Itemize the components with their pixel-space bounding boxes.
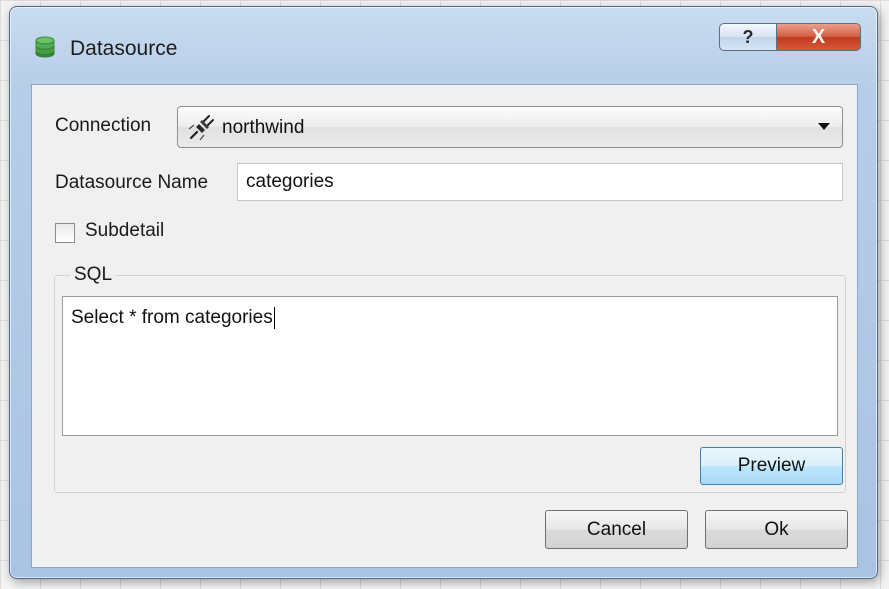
- text-caret: [273, 307, 275, 329]
- database-icon: [35, 36, 55, 58]
- datasource-name-input[interactable]: categories: [237, 163, 843, 201]
- help-icon: ?: [742, 26, 754, 47]
- sql-query-textarea[interactable]: Select * from categories: [62, 296, 838, 436]
- title-bar[interactable]: Datasource ? X: [10, 7, 877, 79]
- sql-group-title: SQL: [70, 264, 117, 286]
- close-button[interactable]: X: [777, 23, 861, 51]
- datasource-name-label: Datasource Name: [55, 172, 209, 193]
- subdetail-label: Subdetail: [85, 220, 165, 241]
- plug-icon: [188, 115, 214, 141]
- subdetail-checkbox[interactable]: [55, 223, 75, 243]
- help-button[interactable]: ?: [719, 23, 777, 51]
- close-icon: X: [811, 25, 826, 48]
- datasource-dialog: Datasource ? X Connection northwind Data…: [9, 6, 878, 579]
- chevron-down-icon[interactable]: [818, 123, 830, 130]
- connection-label: Connection: [55, 115, 152, 136]
- ok-button[interactable]: Ok: [705, 510, 848, 549]
- preview-button[interactable]: Preview: [700, 447, 843, 485]
- caption-buttons: ? X: [719, 23, 861, 51]
- connection-value: northwind: [222, 117, 305, 138]
- window-title: Datasource: [70, 37, 178, 60]
- cancel-button[interactable]: Cancel: [545, 510, 688, 549]
- dialog-body: Connection northwind Datasource Name cat…: [31, 84, 858, 568]
- sql-query-text: Select * from categories: [71, 307, 273, 329]
- connection-select[interactable]: northwind: [177, 106, 843, 148]
